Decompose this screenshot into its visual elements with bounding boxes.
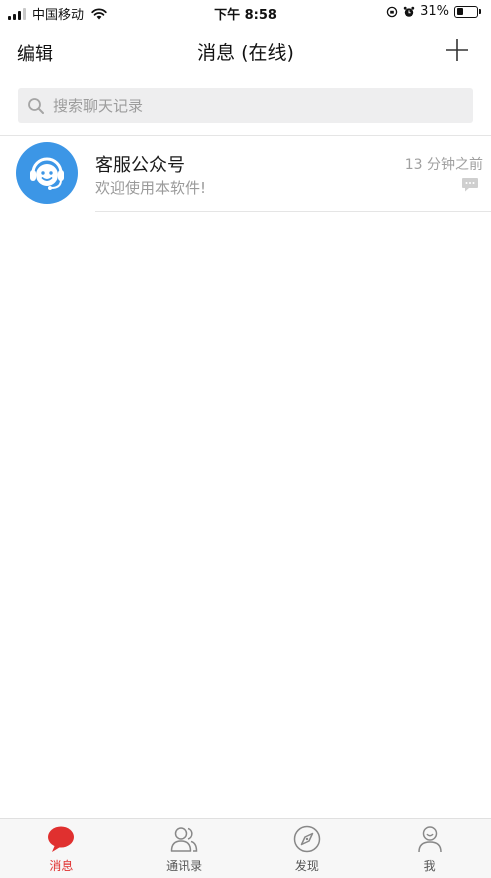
profile-icon — [417, 826, 442, 853]
tab-me[interactable]: 我 — [368, 819, 491, 878]
chat-name: 客服公众号 — [95, 155, 185, 176]
chat-preview: 欢迎使用本软件! — [95, 179, 207, 197]
add-icon[interactable] — [443, 36, 471, 64]
battery-icon — [454, 5, 481, 18]
search-placeholder: 搜索聊天记录 — [53, 97, 144, 115]
contacts-icon — [170, 827, 198, 852]
customer-service-icon — [30, 157, 64, 190]
chat-list-item[interactable]: 客服公众号 欢迎使用本软件! 13 分钟之前 — [0, 136, 491, 212]
compass-icon — [293, 825, 321, 853]
battery-percent: 31% — [420, 4, 449, 19]
tab-contacts[interactable]: 通讯录 — [123, 819, 246, 878]
search-icon — [28, 97, 44, 114]
status-bar: 中国移动 下午 8:58 31% — [0, 0, 491, 26]
tab-label: 通讯录 — [166, 859, 203, 873]
tab-messages[interactable]: 消息 — [0, 819, 123, 878]
page-title: 消息 (在线) — [197, 42, 294, 64]
tab-label: 消息 — [49, 859, 74, 873]
avatar — [16, 142, 78, 204]
rotation-lock-icon — [386, 6, 398, 17]
tab-label: 我 — [423, 859, 436, 873]
divider — [95, 211, 491, 212]
search-input[interactable]: 搜索聊天记录 — [18, 88, 473, 123]
tab-discover[interactable]: 发现 — [246, 819, 369, 878]
message-bubble-icon — [462, 178, 478, 192]
chat-time: 13 分钟之前 — [404, 157, 483, 173]
tab-bar: 消息 通讯录 发现 我 — [0, 818, 491, 878]
tab-label: 发现 — [294, 859, 319, 873]
chat-bubble-icon — [48, 826, 75, 852]
alarm-icon — [403, 6, 415, 17]
status-right: 31% — [386, 4, 481, 19]
nav-bar: 编辑 消息 (在线) — [0, 28, 491, 74]
